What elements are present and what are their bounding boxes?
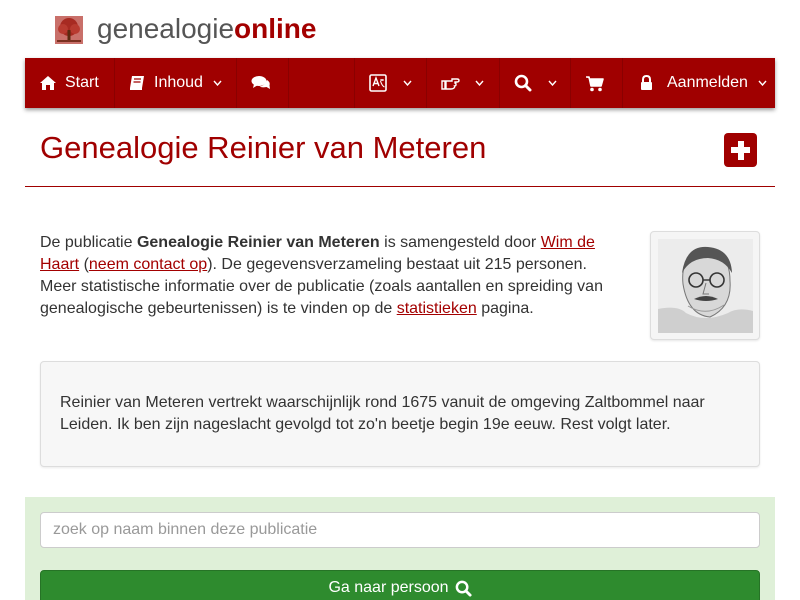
portrait-image	[658, 239, 753, 333]
logo-text-bold: online	[234, 13, 317, 44]
chevron-down-icon	[403, 80, 412, 86]
intro-text-2: is samengesteld door	[379, 234, 541, 251]
author-portrait[interactable]	[650, 231, 760, 340]
publication-intro: De publicatie Genealogie Reinier van Met…	[40, 232, 610, 320]
nav-login[interactable]: Aanmelden	[623, 58, 775, 108]
chevron-down-icon	[548, 80, 557, 86]
nav-hand[interactable]	[427, 58, 500, 108]
go-to-person-label: Ga naar persoon	[328, 579, 449, 596]
book-icon	[130, 76, 144, 90]
nav-start[interactable]: Start	[25, 58, 115, 108]
nav-login-label: Aanmelden	[667, 74, 748, 91]
search-icon	[455, 580, 472, 597]
nav-start-label: Start	[65, 74, 99, 91]
intro-text-3: (	[79, 256, 89, 273]
chevron-down-icon	[475, 80, 484, 86]
nav-inhoud-label: Inhoud	[154, 74, 203, 91]
comments-icon	[251, 76, 270, 89]
page-title: Genealogie Reinier van Meteren	[40, 130, 487, 165]
cart-icon	[586, 75, 604, 91]
search-icon	[514, 74, 532, 92]
language-icon	[369, 74, 387, 92]
nav-language[interactable]	[354, 58, 427, 108]
publication-description-panel: Reinier van Meteren vertrekt waarschijnl…	[40, 361, 760, 467]
home-icon	[40, 76, 56, 90]
publication-description: Reinier van Meteren vertrekt waarschijnl…	[60, 394, 705, 433]
person-search-panel: Ga naar persoon	[25, 497, 775, 600]
main-navbar: Start Inhoud Aanmelden	[25, 58, 775, 108]
intro-text-5: pagina.	[476, 300, 534, 317]
logo-text-plain: genealogie	[97, 13, 235, 44]
nav-inhoud[interactable]: Inhoud	[115, 58, 237, 108]
go-to-person-button[interactable]: Ga naar persoon	[40, 570, 760, 600]
nav-cart[interactable]	[571, 58, 623, 108]
statistics-link[interactable]: statistieken	[397, 300, 477, 317]
title-divider	[25, 186, 775, 187]
chevron-down-icon	[758, 80, 767, 86]
chevron-down-icon	[213, 80, 222, 86]
contact-link[interactable]: neem contact op	[89, 256, 207, 273]
nav-comments[interactable]	[237, 58, 289, 108]
site-logo[interactable]: genealogieonline	[97, 12, 316, 46]
person-search-input[interactable]	[40, 512, 760, 548]
publication-name: Genealogie Reinier van Meteren	[136, 234, 380, 251]
intro-text-1: De publicatie	[40, 234, 137, 251]
lock-icon	[641, 75, 652, 90]
nav-search[interactable]	[500, 58, 571, 108]
plus-square-icon[interactable]	[724, 133, 757, 167]
tree-icon[interactable]	[55, 16, 83, 44]
header: genealogieonline	[0, 0, 800, 58]
hand-pointer-icon	[441, 78, 460, 90]
